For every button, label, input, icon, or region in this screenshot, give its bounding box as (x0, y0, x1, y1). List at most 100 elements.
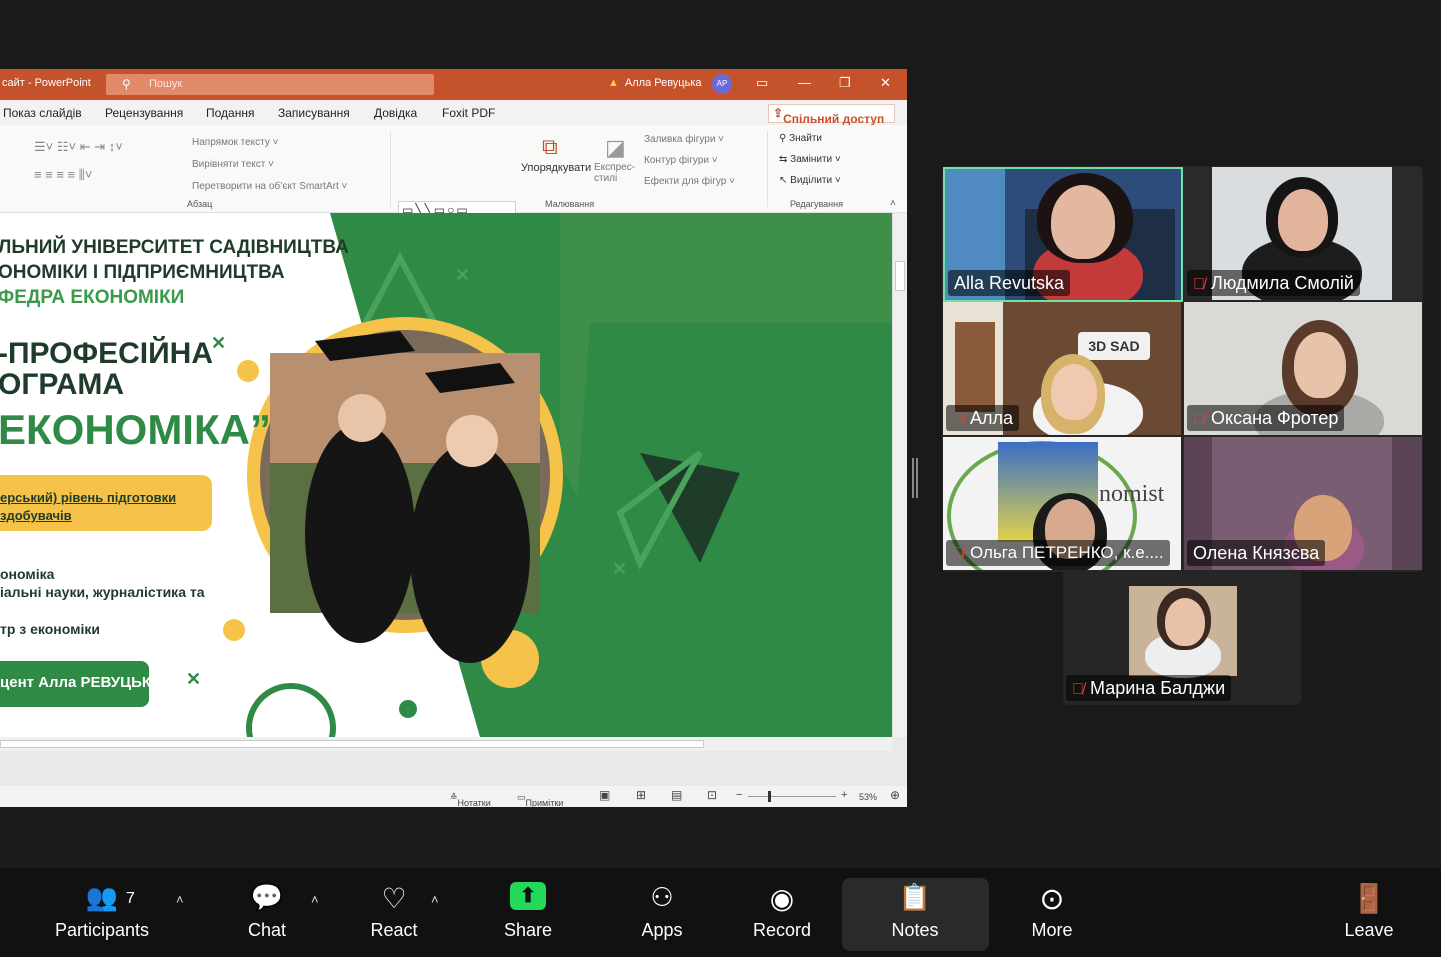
slide-level-line2: здобувачів (0, 508, 72, 523)
notes-label: Notes (891, 920, 939, 940)
participant-name: Олена Князєва (1187, 540, 1326, 566)
drawing-group-label: Малювання (545, 199, 595, 209)
zoom-level[interactable]: 53% (859, 792, 877, 802)
person-face (1051, 185, 1115, 259)
tab-slideshow[interactable]: Показ слайдів (3, 106, 82, 120)
align-icons[interactable]: ≡ ≡ ≡ ≡ ⫼˅ (34, 167, 92, 183)
participant-name-text: Алла (970, 408, 1014, 428)
shape-outline-button[interactable]: Контур фігури ˅ (644, 155, 718, 166)
tab-help[interactable]: Довідка (374, 106, 417, 120)
text-direction-button[interactable]: Напрямок тексту ˅ (192, 137, 278, 148)
scroll-thumb[interactable] (895, 261, 905, 291)
fit-slide-icon[interactable]: ⊕ (890, 788, 900, 802)
search-box[interactable]: ⚲ Пошук (106, 74, 434, 95)
more-label: More (1031, 920, 1073, 940)
comments-toggle[interactable]: ▭ Примітки (517, 792, 563, 807)
decor-x-icon: ✕ (455, 265, 471, 285)
notes-toggle[interactable]: ≙ Нотатки (450, 792, 491, 807)
slide-program-line2: ОГРАМА (0, 368, 125, 401)
video-tile[interactable]: Alla Revutska (943, 167, 1183, 302)
restore-icon[interactable]: ❐ (839, 75, 851, 91)
mic-muted-icon: 🎙̸ (1072, 681, 1084, 698)
zoom-in-icon[interactable]: + (841, 789, 847, 801)
zoom-slider-thumb[interactable] (768, 791, 771, 802)
account-name[interactable]: ▲ Алла Ревуцька (608, 77, 702, 89)
vertical-scrollbar[interactable] (892, 213, 907, 737)
replace-label: Замінити (790, 154, 833, 165)
more-button[interactable]: ⊙ More (1024, 882, 1080, 941)
divider (767, 131, 768, 207)
replace-button[interactable]: ⇆ Замінити ˅ (779, 154, 841, 165)
slide-editor: ЛЬНИЙ УНІВЕРСИТЕТ САДІВНИЦТВА ОНОМІКИ І … (0, 213, 907, 807)
shape-effects-button[interactable]: Ефекти для фігур ˅ (644, 176, 735, 187)
share-access-button[interactable]: ⇪ Спільний доступ (768, 104, 895, 126)
select-button[interactable]: ↖ Виділити ˅ (779, 175, 841, 186)
tab-view[interactable]: Подання (206, 106, 254, 120)
shape-fill-button[interactable]: Заливка фігури ˅ (644, 134, 724, 145)
slide-department: ФЕДРА ЕКОНОМІКИ (0, 287, 185, 308)
notes-button[interactable]: 📋 Notes (886, 882, 944, 941)
slideshow-icon[interactable]: ⊡ (707, 788, 717, 802)
participants-icon: 👥 (85, 882, 119, 912)
select-label: Виділити ˅ (790, 175, 841, 186)
ribbon: ☰˅ ☷˅ ⇤ ⇥ ↕˅ ≡ ≡ ≡ ≡ ⫼˅ Напрямок тексту … (0, 125, 907, 255)
chat-button[interactable]: 💬 Chat (240, 882, 294, 941)
tab-foxit[interactable]: Foxit PDF (442, 106, 495, 120)
video-tile[interactable]: 3D SAD 🎙̸ Алла (943, 302, 1181, 435)
notes-icon: 📋 (898, 882, 932, 912)
share-button[interactable]: ⬆ Share (500, 882, 556, 941)
tab-record[interactable]: Записування (278, 106, 350, 120)
participant-name-text: Ольга ПЕТРЕНКО, к.е.... (970, 543, 1164, 562)
mic-muted-icon: 🎙̸ (1193, 411, 1205, 428)
chat-icon: 💬 (250, 882, 284, 912)
person-face (1278, 189, 1328, 251)
chat-caret-icon[interactable]: ˄ (311, 892, 319, 907)
ribbon-display-icon[interactable]: ▭ (756, 75, 768, 91)
slide-sorter-icon[interactable]: ⊞ (636, 788, 646, 802)
horizontal-scrollbar[interactable] (0, 737, 892, 751)
normal-view-icon[interactable]: ▣ (599, 788, 610, 802)
video-tile[interactable]: nomist 🎙̸ Ольга ПЕТРЕНКО, к.е.... (943, 437, 1181, 570)
react-button[interactable]: ♡ React (366, 882, 422, 941)
react-caret-icon[interactable]: ˄ (431, 892, 439, 907)
share-icon: ⬆ (500, 882, 556, 916)
sad-sign: 3D SAD (1078, 332, 1150, 360)
splitter-handle[interactable] (912, 458, 918, 498)
zoom-out-icon[interactable]: − (736, 789, 742, 801)
arrange-button[interactable]: Упорядкувати (521, 162, 591, 174)
scroll-thumb[interactable] (0, 740, 704, 748)
participants-label: Participants (54, 920, 150, 940)
avatar[interactable]: АР (712, 74, 732, 94)
window-title: сайт - PowerPoint (2, 77, 91, 89)
video-tile[interactable]: Олена Князєва (1184, 437, 1422, 570)
smartart-button[interactable]: Перетворити на об’єкт SmartArt ˅ (192, 181, 347, 192)
zoom-slider[interactable] (748, 796, 836, 797)
status-bar: ≙ Нотатки ▭ Примітки ▣ ⊞ ▤ ⊡ − + 53% ⊕ (0, 786, 907, 807)
quick-styles-button[interactable]: Експрес-стилі (594, 162, 635, 184)
arrange-icon[interactable]: ⧉ (542, 134, 558, 160)
find-button[interactable]: ⚲ Знайти (779, 133, 822, 144)
mic-muted-icon: 🎙̸ (952, 411, 964, 428)
video-tile[interactable]: 🎙̸ Оксана Фротер (1184, 302, 1422, 435)
bullets-icon[interactable]: ☰˅ ☷˅ ⇤ ⇥ ↕˅ (34, 139, 123, 155)
ekonomist-text: nomist (1099, 481, 1165, 507)
collapse-ribbon-icon[interactable]: ˄ (890, 198, 896, 209)
tab-review[interactable]: Рецензування (105, 106, 183, 120)
slide-university-line1: ЛЬНИЙ УНІВЕРСИТЕТ САДІВНИЦТВА (0, 237, 349, 258)
quick-styles-icon[interactable]: ◪ (605, 135, 626, 161)
participants-caret-icon[interactable]: ˄ (176, 892, 184, 907)
apps-button[interactable]: ⚇ Apps (634, 882, 690, 941)
video-tile[interactable]: 🎙̸ Марина Балджи (1063, 572, 1301, 705)
slide-university-line2: ОНОМІКИ І ПІДПРИЄМНИЦТВА (0, 262, 285, 283)
reading-view-icon[interactable]: ▤ (671, 788, 682, 802)
minimize-icon[interactable]: — (798, 75, 811, 90)
video-tile[interactable]: 🎙̸ Людмила Смолій (1184, 167, 1422, 300)
close-icon[interactable]: ✕ (880, 75, 891, 91)
search-icon: ⚲ (122, 77, 131, 91)
paragraph-group-label: Абзац (187, 199, 213, 209)
align-text-button[interactable]: Вирівняти текст ˅ (192, 159, 274, 170)
react-label: React (370, 920, 418, 940)
leave-button[interactable]: 🚪 Leave (1340, 882, 1398, 941)
participants-button[interactable]: 👥 Participants (52, 882, 152, 941)
record-button[interactable]: ◉ Record (750, 882, 814, 941)
